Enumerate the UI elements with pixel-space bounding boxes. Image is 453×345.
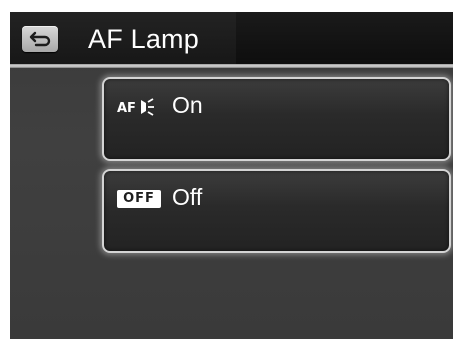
option-label-off: Off: [172, 184, 203, 210]
return-arrow-icon: [29, 31, 51, 47]
page-title: AF Lamp: [88, 24, 199, 54]
option-af-lamp-off[interactable]: OFF Off: [102, 169, 451, 253]
off-icon: OFF: [117, 190, 161, 208]
divider: [10, 64, 453, 68]
off-icon-text: OFF: [123, 191, 155, 206]
option-af-lamp-on[interactable]: AF On: [102, 77, 451, 161]
af-lamp-on-icon: AF: [117, 98, 154, 116]
back-button[interactable]: [22, 26, 58, 52]
option-label-on: On: [172, 92, 203, 118]
title-bar: AF Lamp: [10, 12, 453, 64]
camera-menu-screen: AF Lamp AF On OFF Off: [10, 12, 453, 339]
af-icon-text: AF: [117, 101, 136, 116]
